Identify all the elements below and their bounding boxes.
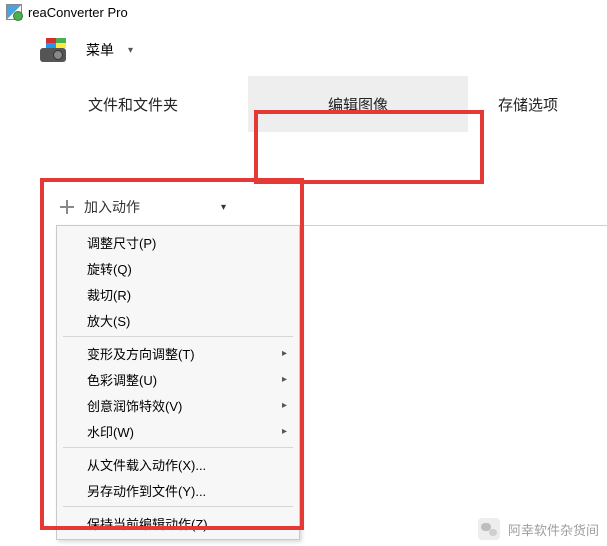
menu-item-save-actions[interactable]: 另存动作到文件(Y)... — [57, 477, 299, 503]
menu-item-label: 另存动作到文件(Y)... — [87, 481, 206, 500]
menu-item-label: 调整尺寸(P) — [87, 233, 156, 252]
menu-item-label: 旋转(Q) — [87, 259, 132, 278]
divider — [304, 225, 607, 226]
tabs: 文件和文件夹 编辑图像 存储选项 — [0, 76, 607, 132]
chevron-right-icon: ▸ — [282, 348, 287, 359]
menu-item-color-adjust[interactable]: 色彩调整(U) ▸ — [57, 366, 299, 392]
chevron-down-icon: ▾ — [221, 202, 226, 213]
window-title: reaConverter Pro — [28, 5, 128, 20]
tab-label: 编辑图像 — [328, 94, 388, 115]
menu-button[interactable]: 菜单 — [86, 40, 114, 60]
wechat-icon — [478, 518, 500, 540]
add-action-label: 加入动作 — [84, 197, 140, 217]
attribution-text: 阿幸软件杂货间 — [508, 520, 599, 539]
menu-item-label: 色彩调整(U) — [87, 370, 157, 389]
menu-item-transform[interactable]: 变形及方向调整(T) ▸ — [57, 340, 299, 366]
menu-item-crop[interactable]: 裁切(R) — [57, 281, 299, 307]
menu-item-load-actions[interactable]: 从文件载入动作(X)... — [57, 451, 299, 477]
menu-item-creative-effects[interactable]: 创意润饰特效(V) ▸ — [57, 392, 299, 418]
attribution: 阿幸软件杂货间 — [478, 518, 599, 540]
menu-icon — [40, 38, 72, 62]
title-bar: reaConverter Pro — [0, 0, 607, 24]
plus-icon — [60, 200, 74, 214]
menu-separator — [63, 506, 293, 507]
menu-item-watermark[interactable]: 水印(W) ▸ — [57, 418, 299, 444]
menu-item-label: 创意润饰特效(V) — [87, 396, 182, 415]
menu-item-label: 变形及方向调整(T) — [87, 344, 195, 363]
tab-edit-image[interactable]: 编辑图像 — [248, 76, 468, 132]
menu-item-label: 裁切(R) — [87, 285, 131, 304]
menu-item-label: 从文件载入动作(X)... — [87, 455, 206, 474]
add-action-button[interactable]: 加入动作 ▾ — [56, 192, 234, 222]
menu-item-label: 保持当前编辑动作(Z) — [87, 514, 208, 533]
menu-item-rotate[interactable]: 旋转(Q) — [57, 255, 299, 281]
tab-save-options[interactable]: 存储选项 — [468, 76, 588, 132]
chevron-down-icon: ▾ — [128, 45, 133, 56]
chevron-right-icon: ▸ — [282, 400, 287, 411]
menu-item-zoom[interactable]: 放大(S) — [57, 307, 299, 333]
menu-separator — [63, 447, 293, 448]
chevron-right-icon: ▸ — [282, 426, 287, 437]
menu-item-label: 水印(W) — [87, 422, 134, 441]
menu-item-keep-current[interactable]: 保持当前编辑动作(Z) — [57, 510, 299, 536]
app-icon — [6, 4, 22, 20]
tab-label: 文件和文件夹 — [88, 94, 178, 115]
tab-files-folders[interactable]: 文件和文件夹 — [18, 76, 248, 132]
add-action-dropdown: 调整尺寸(P) 旋转(Q) 裁切(R) 放大(S) 变形及方向调整(T) ▸ 色彩… — [56, 225, 300, 540]
menu-item-resize[interactable]: 调整尺寸(P) — [57, 229, 299, 255]
menu-bar: 菜单 ▾ — [0, 24, 607, 76]
menu-separator — [63, 336, 293, 337]
menu-item-label: 放大(S) — [87, 311, 130, 330]
tab-label: 存储选项 — [498, 94, 558, 115]
chevron-right-icon: ▸ — [282, 374, 287, 385]
